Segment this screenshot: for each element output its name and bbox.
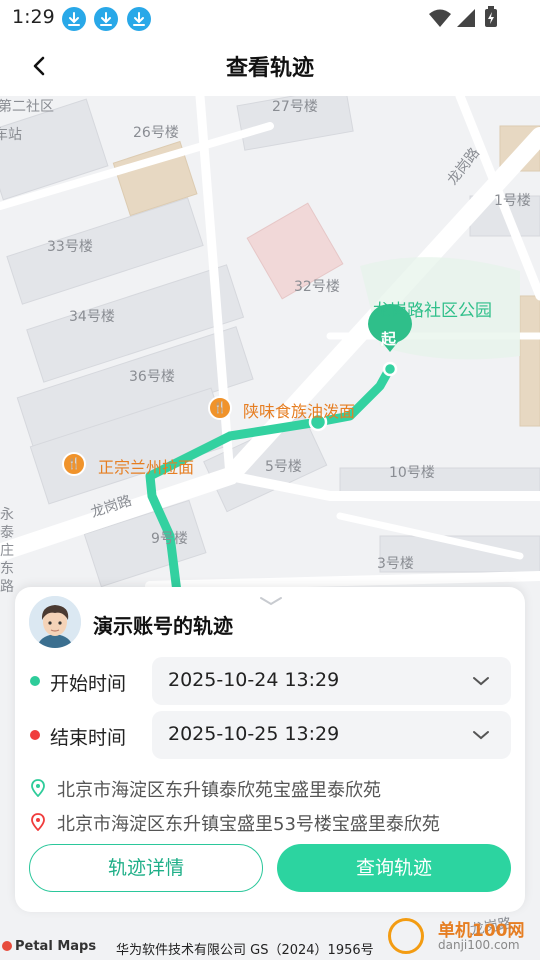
download-icon <box>94 7 118 31</box>
app-header: 查看轨迹 <box>0 36 540 96</box>
end-address-row: 北京市海淀区东升镇宝盛里53号楼宝盛里泰欣苑 <box>15 809 525 835</box>
track-details-button[interactable]: 轨迹详情 <box>29 844 263 892</box>
avatar <box>29 596 81 648</box>
start-address-row: 北京市海淀区东升镇泰欣苑宝盛里泰欣苑 <box>15 775 525 801</box>
download-icon <box>62 7 86 31</box>
start-marker-label: 起 <box>381 330 397 348</box>
chevron-down-icon <box>473 677 489 686</box>
restaurant-icon[interactable]: 🍴 <box>208 396 232 420</box>
map-label: 26号楼 <box>133 125 179 141</box>
poi-label[interactable]: 正宗兰州拉面 <box>98 454 194 478</box>
petal-maps-logo: Petal Maps <box>2 939 96 954</box>
start-time-select[interactable]: 2025-10-24 13:29 <box>152 657 511 705</box>
download-icon <box>127 7 151 31</box>
map-label: 9号楼 <box>151 531 188 547</box>
map-label: 1号楼 <box>494 193 531 209</box>
map-label: 32号楼 <box>294 279 340 295</box>
map-label: 5号楼 <box>265 459 302 475</box>
poi-label[interactable]: 陕味食族油泼面 <box>243 398 355 422</box>
start-time-value: 2025-10-24 13:29 <box>168 669 340 691</box>
chevron-down-icon <box>473 731 489 740</box>
map-copyright: 华为软件技术有限公司 GS（2024）1956号 <box>116 943 374 958</box>
battery-icon <box>485 6 497 27</box>
chevron-down-icon <box>260 597 282 606</box>
status-time: 1:29 <box>12 6 55 28</box>
map-label: 车站 <box>0 127 22 143</box>
start-address: 北京市海淀区东升镇泰欣苑宝盛里泰欣苑 <box>57 780 381 801</box>
status-bar: 1:29 <box>0 0 540 36</box>
end-address: 北京市海淀区东升镇宝盛里53号楼宝盛里泰欣苑 <box>57 814 440 835</box>
end-time-select[interactable]: 2025-10-25 13:29 <box>152 711 511 759</box>
signal-icon <box>457 9 475 27</box>
end-dot <box>30 730 40 740</box>
map-label: 34号楼 <box>69 309 115 325</box>
map-label: 27号楼 <box>272 99 318 115</box>
end-time-row: 结束时间 2025-10-25 13:29 <box>15 711 525 759</box>
end-time-label: 结束时间 <box>50 727 127 749</box>
watermark-logo <box>388 918 424 954</box>
track-query-card: 演示账号的轨迹 开始时间 2025-10-24 13:29 结束时间 2025-… <box>15 587 525 912</box>
map-label: 33号楼 <box>47 239 93 255</box>
watermark-url: danji100.com <box>438 938 520 952</box>
start-time-label: 开始时间 <box>50 673 127 695</box>
map-label: 永泰庄东路 <box>0 507 14 595</box>
collapse-button[interactable] <box>258 593 284 607</box>
location-pin-icon <box>31 813 45 831</box>
track-title: 演示账号的轨迹 <box>93 614 233 638</box>
query-track-button[interactable]: 查询轨迹 <box>277 844 511 892</box>
watermark: 单机100网 danji100.com <box>386 914 536 958</box>
map-label: 3号楼 <box>377 556 414 572</box>
restaurant-icon[interactable]: 🍴 <box>62 452 86 476</box>
start-dot <box>30 676 40 686</box>
wifi-icon <box>429 9 451 27</box>
end-time-value: 2025-10-25 13:29 <box>168 723 340 745</box>
start-time-row: 开始时间 2025-10-24 13:29 <box>15 657 525 705</box>
map-label: 10号楼 <box>389 465 435 481</box>
map-label: 36号楼 <box>129 369 175 385</box>
park-label: 龙岗路社区公园 <box>373 301 492 321</box>
page-title: 查看轨迹 <box>225 56 314 81</box>
location-pin-icon <box>31 779 45 797</box>
map-label: 第二社区 <box>0 99 54 115</box>
